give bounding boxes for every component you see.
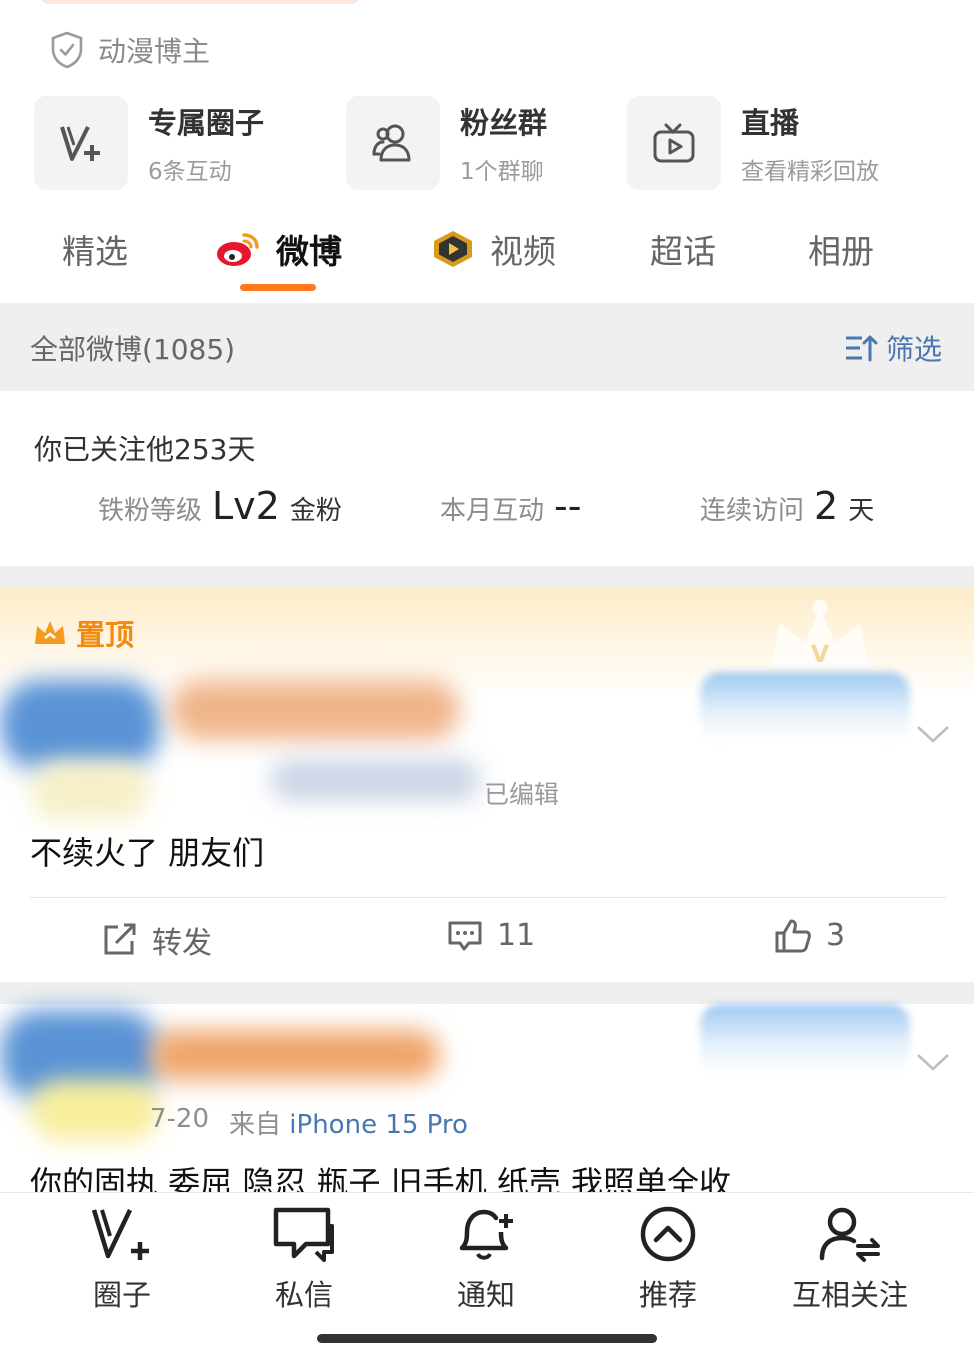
tab-album[interactable]: 相册 — [808, 225, 874, 273]
verification-row: 动漫博主 — [50, 30, 210, 70]
avatar-accent — [30, 760, 150, 820]
like-button[interactable]: 3 — [774, 918, 845, 953]
post-text: 不续火了 朋友们 — [30, 834, 265, 872]
home-indicator — [317, 1334, 657, 1343]
post-date: 7-20 — [150, 1104, 210, 1134]
banner-background — [700, 1004, 910, 1074]
monthly-interaction: 本月互动 -- — [440, 484, 582, 528]
comment-button[interactable]: 11 — [447, 918, 535, 953]
repost-icon — [104, 923, 136, 955]
video-badge-icon — [434, 231, 472, 267]
feature-circle[interactable]: 专属圈子 6条互动 — [34, 95, 264, 191]
divider — [30, 897, 946, 898]
avatar[interactable] — [0, 680, 160, 770]
shield-check-icon — [51, 31, 83, 69]
sort-filter-icon — [846, 335, 878, 362]
username-redacted[interactable] — [150, 1030, 440, 1080]
feature-fan-group[interactable]: 粉丝群 1个群聊 — [346, 95, 547, 191]
tab-weibo[interactable]: 微博 — [214, 225, 342, 273]
feature-title: 直播 — [741, 106, 800, 140]
header-edge — [40, 0, 360, 4]
nav-mutual-follow[interactable]: 互相关注 — [780, 1206, 920, 1314]
bell-plus-icon — [459, 1209, 513, 1260]
group-icon — [372, 124, 411, 162]
source-device[interactable]: iPhone 15 Pro — [289, 1110, 468, 1140]
crown-watermark-icon: V — [770, 600, 870, 668]
nav-recommend[interactable]: 推荐 — [598, 1206, 738, 1314]
v-plus-icon — [60, 126, 100, 161]
profile-tabs: 精选 微博 视频 超话 相册 — [0, 215, 974, 295]
section-title: 全部微博(1085) — [30, 333, 236, 366]
post-meta: 7-20 来自 iPhone 15 Pro — [150, 1104, 468, 1141]
filter-button[interactable]: 筛选 — [844, 328, 942, 368]
tab-supertopic[interactable]: 超话 — [650, 225, 716, 273]
avatar-accent — [30, 1080, 160, 1140]
post-time-redacted — [270, 760, 480, 800]
mutual-follow-icon — [819, 1207, 880, 1262]
consecutive-visits: 连续访问 2 天 — [700, 484, 875, 528]
banner-background — [700, 672, 910, 742]
nav-circle[interactable]: 圈子 — [52, 1206, 192, 1314]
repost-button[interactable]: 转发 — [102, 918, 212, 962]
username-redacted[interactable] — [170, 680, 460, 740]
tv-icon — [653, 123, 695, 163]
svg-text:V: V — [811, 640, 830, 668]
feature-subtitle: 查看精彩回放 — [741, 159, 879, 185]
tab-video[interactable]: 视频 — [430, 225, 556, 273]
fan-level[interactable]: 铁粉等级 Lv2 金粉 — [98, 484, 342, 528]
chevron-down-icon[interactable] — [916, 724, 950, 744]
feature-live[interactable]: 直播 查看精彩回放 — [627, 95, 879, 191]
chat-icon — [273, 1207, 334, 1262]
comment-icon — [448, 921, 482, 950]
v-plus-icon — [91, 1209, 149, 1260]
follow-duration: 你已关注他253天 — [34, 433, 256, 466]
active-tab-indicator — [240, 284, 316, 291]
feature-subtitle: 1个群聊 — [460, 159, 544, 185]
chevron-down-icon[interactable] — [916, 1052, 950, 1072]
chevron-up-circle-icon — [640, 1206, 696, 1262]
feature-title: 专属圈子 — [148, 106, 265, 140]
separator — [0, 566, 974, 588]
edited-label: 已编辑 — [484, 780, 560, 809]
crown-icon — [35, 621, 65, 644]
tab-featured[interactable]: 精选 — [62, 225, 128, 273]
nav-message[interactable]: 私信 — [234, 1206, 374, 1314]
weibo-logo-icon — [217, 233, 259, 266]
separator — [0, 982, 974, 1004]
pinned-badge: 置顶 — [32, 612, 134, 654]
feature-title: 粉丝群 — [460, 106, 548, 140]
verification-label: 动漫博主 — [98, 35, 211, 68]
thumbs-up-icon — [775, 919, 811, 952]
feature-subtitle: 6条互动 — [148, 159, 232, 185]
post-source: 来自 iPhone 15 Pro — [229, 1110, 468, 1140]
nav-notify[interactable]: 通知 — [416, 1206, 556, 1314]
